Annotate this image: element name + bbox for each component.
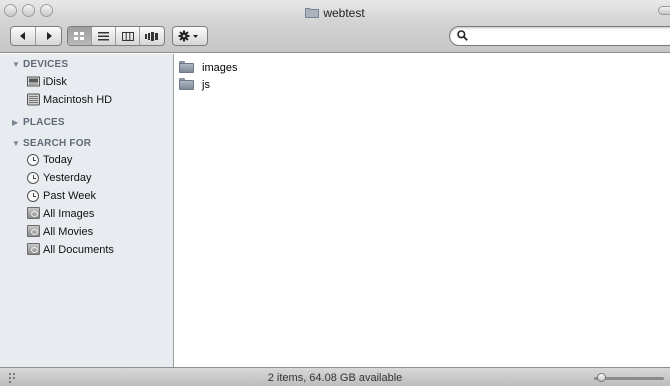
hard-drive-icon — [27, 93, 40, 106]
sidebar-item-idisk[interactable]: iDisk — [0, 73, 174, 91]
sidebar-item-macintosh-hd[interactable]: Macintosh HD — [0, 91, 174, 109]
cover-flow-icon — [145, 31, 159, 41]
idisk-icon — [27, 76, 40, 87]
folder-icon — [179, 78, 194, 90]
search-field[interactable] — [449, 26, 670, 46]
disclosure-expanded-icon[interactable]: ▼ — [12, 139, 20, 148]
sidebar-item-label: iDisk — [43, 76, 67, 88]
window-title-text: webtest — [323, 6, 365, 20]
clock-icon — [27, 172, 39, 184]
file-name: js — [202, 79, 210, 91]
sidebar-section-search-for[interactable]: ▼ SEARCH FOR — [0, 136, 174, 152]
sidebar-item-label: Past Week — [43, 190, 96, 202]
sidebar-item-past-week[interactable]: Past Week — [0, 187, 174, 205]
sidebar-item-label: All Images — [43, 208, 95, 220]
sidebar-section-devices[interactable]: ▼ DEVICES — [0, 57, 174, 73]
folder-icon — [305, 7, 320, 18]
window-title: webtest — [0, 6, 670, 20]
smart-folder-icon — [27, 225, 40, 237]
toolbar-toggle-button[interactable] — [658, 6, 670, 15]
section-label: DEVICES — [23, 59, 69, 70]
list-view-icon — [98, 31, 109, 40]
column-view-button[interactable] — [116, 27, 140, 45]
slider-knob[interactable] — [597, 373, 607, 382]
list-item[interactable]: js — [175, 76, 670, 94]
forward-icon — [46, 32, 52, 40]
back-forward-control — [10, 26, 62, 46]
sidebar-item-label: Yesterday — [43, 172, 92, 184]
sidebar-item-yesterday[interactable]: Yesterday — [0, 169, 174, 187]
search-input[interactable] — [474, 29, 664, 44]
file-name: images — [202, 62, 238, 74]
sidebar-item-label: Macintosh HD — [43, 94, 113, 106]
smart-folder-icon — [27, 243, 40, 255]
gear-icon — [178, 30, 190, 42]
window-toolbar: webtest — [0, 0, 670, 53]
sidebar-item-all-images[interactable]: All Images — [0, 205, 174, 223]
sidebar-item-label: All Documents — [43, 244, 114, 256]
sidebar-section-places[interactable]: ▶ PLACES — [0, 115, 174, 131]
action-menu-cell — [173, 27, 207, 45]
sidebar-item-today[interactable]: Today — [0, 151, 174, 169]
icon-size-slider[interactable] — [594, 373, 664, 382]
finder-window: webtest ▼ DEVICES iDisk Macintosh HD ▶ P… — [0, 0, 670, 386]
status-text: 2 items, 64.08 GB available — [267, 372, 403, 384]
sidebar-item-all-movies[interactable]: All Movies — [0, 223, 174, 241]
action-menu-button[interactable] — [172, 26, 208, 46]
status-bar: 2 items, 64.08 GB available — [0, 367, 670, 386]
sidebar-item-label: All Movies — [43, 226, 94, 238]
view-mode-control — [67, 26, 165, 46]
sidebar-item-label: Today — [43, 154, 73, 166]
icon-view-icon — [74, 31, 84, 40]
disclosure-expanded-icon[interactable]: ▼ — [12, 60, 20, 69]
list-view-button[interactable] — [92, 27, 116, 45]
forward-button[interactable] — [36, 27, 61, 45]
disclosure-collapsed-icon[interactable]: ▶ — [12, 118, 18, 127]
column-view-icon — [121, 31, 134, 41]
file-list: images js — [175, 54, 670, 367]
cover-flow-button[interactable] — [140, 27, 164, 45]
clock-icon — [27, 190, 39, 202]
sidebar: ▼ DEVICES iDisk Macintosh HD ▶ PLACES ▼ … — [0, 54, 174, 367]
chevron-down-icon — [193, 35, 198, 38]
icon-view-button[interactable] — [68, 27, 92, 45]
list-item[interactable]: images — [175, 59, 670, 77]
clock-icon — [27, 154, 39, 166]
sidebar-item-all-documents[interactable]: All Documents — [0, 241, 174, 259]
folder-icon — [179, 61, 194, 73]
back-button[interactable] — [11, 27, 37, 45]
back-icon — [20, 32, 25, 40]
smart-folder-icon — [27, 207, 40, 219]
search-icon — [457, 30, 468, 41]
section-label: SEARCH FOR — [23, 138, 92, 149]
section-label: PLACES — [23, 117, 65, 128]
